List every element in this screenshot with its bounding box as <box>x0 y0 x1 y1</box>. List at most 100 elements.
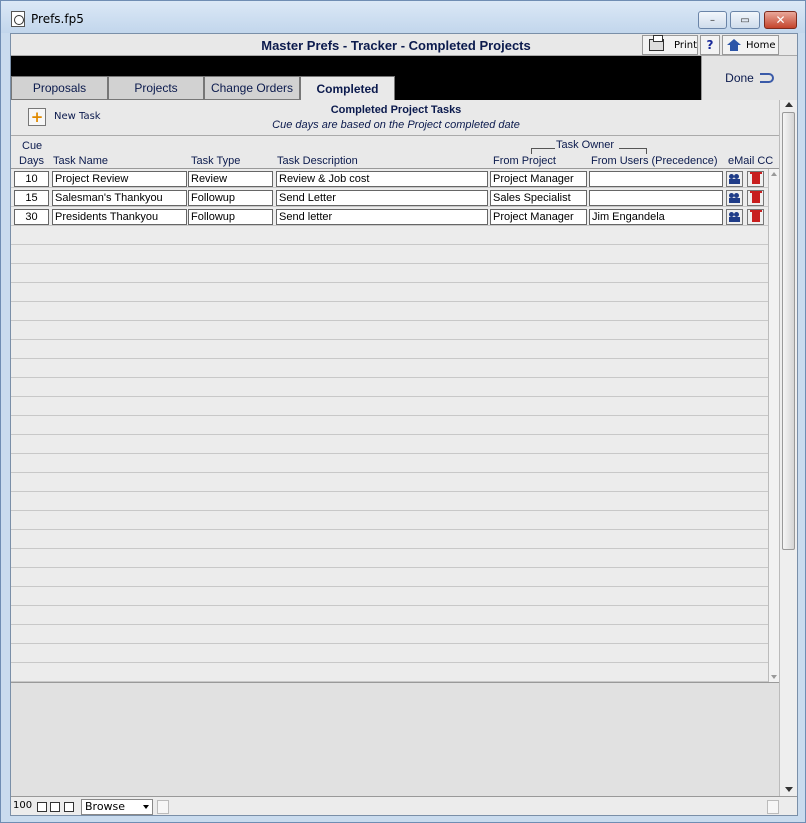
new-task-label[interactable]: New Task <box>54 111 101 122</box>
empty-row <box>11 568 768 587</box>
scrollbar-thumb[interactable] <box>782 112 795 550</box>
plus-icon: + <box>30 108 44 126</box>
task-owner-bracket-left <box>531 148 555 154</box>
table-row: 10 Project Review Review Review & Job co… <box>11 169 768 188</box>
close-button[interactable]: ✕ <box>764 11 797 29</box>
task-description-field[interactable]: Send letter <box>276 209 488 225</box>
scroll-left-icon[interactable] <box>157 800 169 814</box>
empty-row <box>11 473 768 492</box>
trash-icon <box>749 172 762 184</box>
table-row: 30 Presidents Thankyou Followup Send let… <box>11 207 768 226</box>
column-header-task-description: Task Description <box>277 155 358 167</box>
task-description-field[interactable]: Send Letter <box>276 190 488 206</box>
trash-icon <box>749 191 762 203</box>
application-window: Prefs.fp5 – ▭ ✕ Master Prefs - Tracker -… <box>0 0 806 823</box>
cue-days-field[interactable]: 30 <box>14 209 49 225</box>
done-label: Done <box>725 71 754 85</box>
empty-row <box>11 511 768 530</box>
task-description-field[interactable]: Review & Job cost <box>276 171 488 187</box>
home-button[interactable]: Home <box>722 35 779 55</box>
column-header-from-project: From Project <box>493 155 556 167</box>
column-header-cue: Cue <box>22 140 43 152</box>
tab-projects[interactable]: Projects <box>108 76 204 100</box>
task-name-field[interactable]: Salesman's Thankyou <box>52 190 187 206</box>
print-label: Print <box>673 39 697 51</box>
empty-row <box>11 321 768 340</box>
email-cc-button[interactable] <box>726 209 743 225</box>
tab-change-orders[interactable]: Change Orders <box>204 76 300 100</box>
empty-row <box>11 530 768 549</box>
printer-icon <box>649 35 664 51</box>
help-button[interactable]: ? <box>700 35 720 55</box>
column-group-task-owner: Task Owner <box>556 139 615 151</box>
empty-row <box>11 644 768 663</box>
from-project-field[interactable]: Sales Specialist <box>490 190 587 206</box>
zoom-in-icon[interactable] <box>50 802 60 812</box>
empty-row <box>11 606 768 625</box>
column-header-task-name: Task Name <box>53 155 109 167</box>
empty-row <box>11 492 768 511</box>
document-icon <box>11 11 25 27</box>
mode-selector[interactable]: Browse <box>81 799 153 815</box>
empty-row <box>11 625 768 644</box>
task-type-field[interactable]: Followup <box>188 209 273 225</box>
people-icon <box>729 193 740 203</box>
cue-days-field[interactable]: 15 <box>14 190 49 206</box>
new-task-button[interactable]: + <box>28 108 46 126</box>
email-cc-button[interactable] <box>726 190 743 206</box>
minimize-button[interactable]: – <box>698 11 727 29</box>
zoom-level[interactable]: 100 <box>13 800 32 811</box>
task-type-field[interactable]: Review <box>188 171 273 187</box>
column-headers: Cue Days Task Name Task Type Task Descri… <box>11 136 797 169</box>
print-button[interactable]: Print <box>642 35 698 55</box>
task-name-field[interactable]: Project Review <box>52 171 187 187</box>
empty-row <box>11 549 768 568</box>
task-owner-bracket-right <box>619 148 647 154</box>
done-button[interactable]: Done <box>725 71 774 85</box>
section-note: Cue days are based on the Project comple… <box>272 119 520 131</box>
empty-row <box>11 340 768 359</box>
section-header: + New Task Completed Project Tasks Cue d… <box>11 100 797 136</box>
chevron-down-icon <box>143 805 149 809</box>
from-users-field[interactable]: Jim Engandela <box>589 209 723 225</box>
scroll-up-arrow-icon[interactable] <box>771 172 777 176</box>
delete-button[interactable] <box>747 209 764 225</box>
tab-completed[interactable]: Completed <box>300 76 395 101</box>
list-scrollbar[interactable] <box>768 169 779 682</box>
scroll-right-icon[interactable] <box>767 800 779 814</box>
delete-button[interactable] <box>747 190 764 206</box>
done-panel: Done <box>701 56 797 100</box>
people-icon <box>729 212 740 222</box>
empty-row <box>11 378 768 397</box>
zoom-out-icon[interactable] <box>37 802 47 812</box>
maximize-button[interactable]: ▭ <box>730 11 760 29</box>
scroll-down-arrow-icon[interactable] <box>771 675 777 679</box>
from-project-field[interactable]: Project Manager <box>490 209 587 225</box>
from-users-field[interactable] <box>589 190 723 206</box>
empty-row <box>11 454 768 473</box>
window-scrollbar[interactable] <box>779 100 797 796</box>
empty-row <box>11 587 768 606</box>
empty-row <box>11 226 768 245</box>
delete-button[interactable] <box>747 171 764 187</box>
home-icon <box>727 39 741 51</box>
column-header-email-cc: eMail CC <box>728 155 774 167</box>
empty-row <box>11 663 768 682</box>
task-name-field[interactable]: Presidents Thankyou <box>52 209 187 225</box>
email-cc-button[interactable] <box>726 171 743 187</box>
empty-row <box>11 435 768 454</box>
empty-row <box>11 397 768 416</box>
cue-days-field[interactable]: 10 <box>14 171 49 187</box>
status-bar: 100 Browse <box>11 796 797 815</box>
status-area-icon[interactable] <box>64 802 74 812</box>
lower-panel <box>11 682 779 796</box>
task-type-field[interactable]: Followup <box>188 190 273 206</box>
from-project-field[interactable]: Project Manager <box>490 171 587 187</box>
from-users-field[interactable] <box>589 171 723 187</box>
tab-proposals[interactable]: Proposals <box>11 76 108 100</box>
empty-row <box>11 416 768 435</box>
task-list: 10 Project Review Review Review & Job co… <box>11 169 779 682</box>
scroll-down-icon[interactable] <box>785 787 793 792</box>
trash-icon <box>749 210 762 222</box>
scroll-up-icon[interactable] <box>785 102 793 107</box>
